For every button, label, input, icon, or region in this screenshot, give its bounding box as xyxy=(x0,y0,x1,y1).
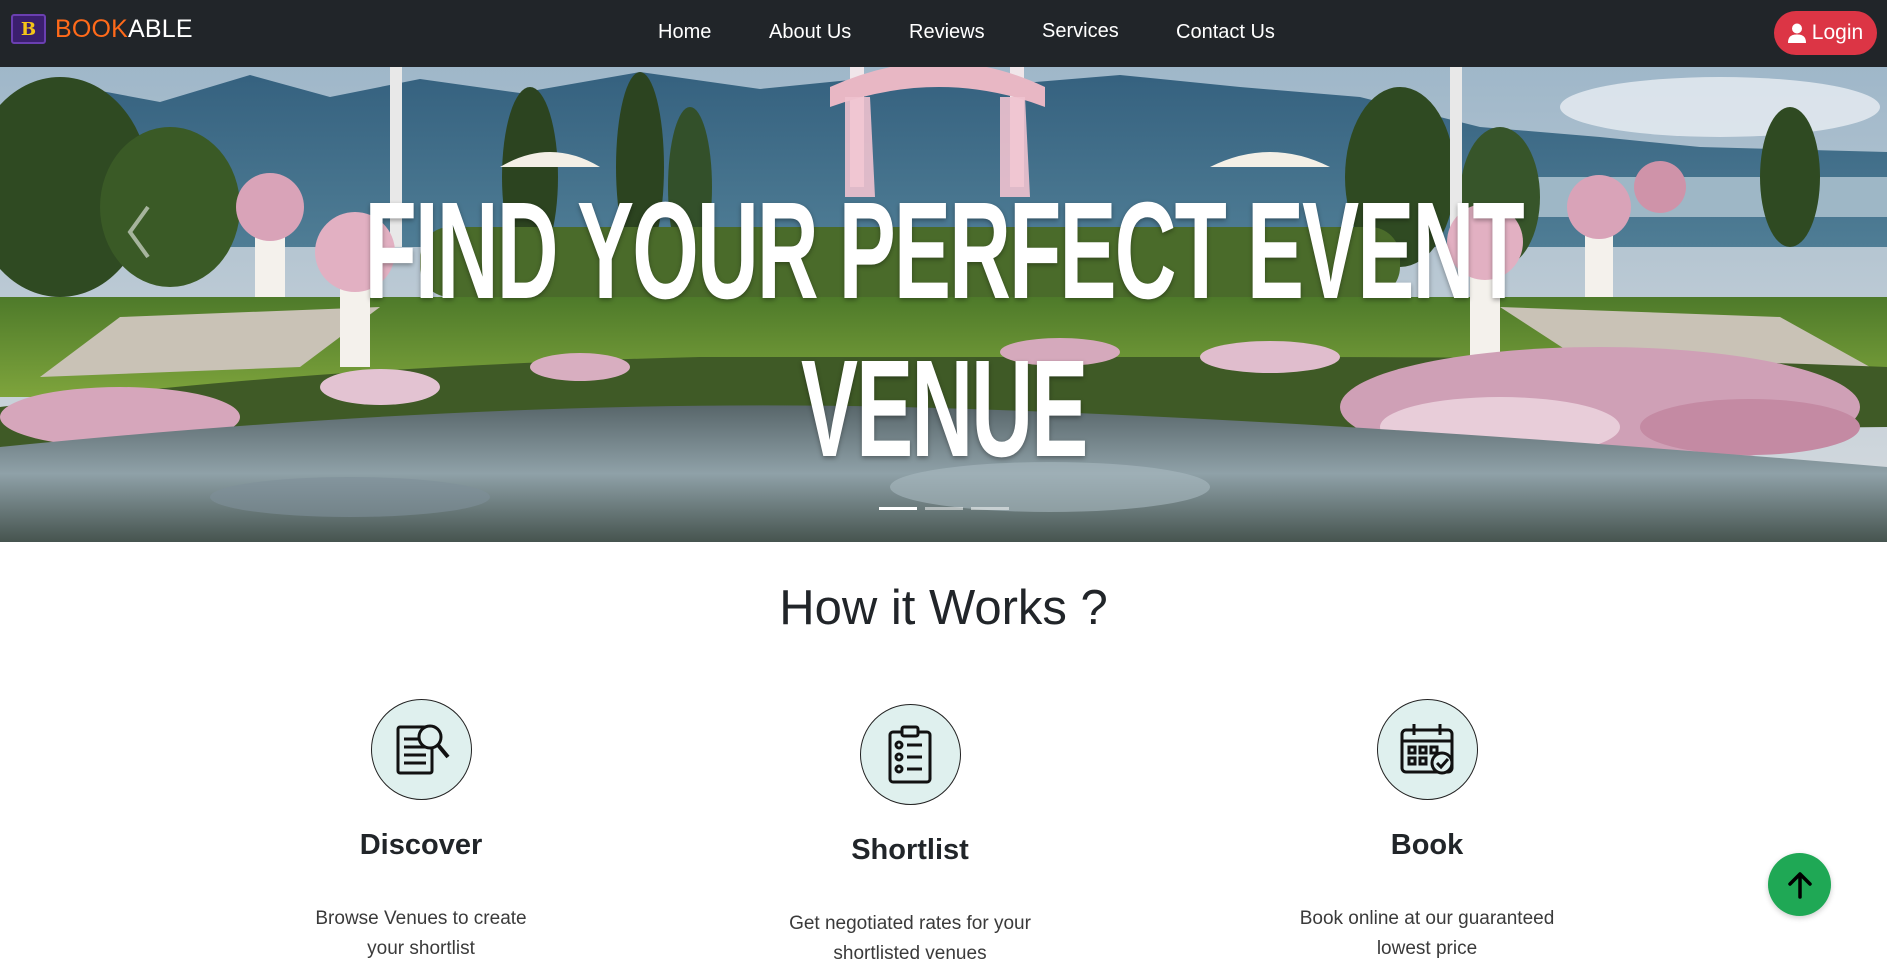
hero-title-line1: FIND YOUR PERFECT EVENT xyxy=(364,174,1525,328)
carousel-indicators xyxy=(0,507,1887,510)
step-book-desc-line1: Book online at our guaranteed xyxy=(1299,908,1555,929)
nav-contact-us[interactable]: Contact Us xyxy=(1176,21,1275,44)
arrow-up-icon xyxy=(1787,871,1812,899)
carousel-prev-icon[interactable] xyxy=(120,197,160,267)
step-discover: Discover Browse Venues to create your sh… xyxy=(241,699,601,963)
step-shortlist-description: Get negotiated rates for your shortliste… xyxy=(760,909,1060,963)
step-discover-desc-line2: your shortlist xyxy=(367,938,475,959)
step-book-title: Book xyxy=(1390,829,1464,861)
navbar: B BOOKABLE Home About Us Reviews Service… xyxy=(0,0,1887,67)
step-shortlist-title: Shortlist xyxy=(851,834,969,866)
nav-about-us[interactable]: About Us xyxy=(769,21,851,44)
login-label: Login xyxy=(1811,21,1864,44)
step-book-desc-line2: lowest price xyxy=(1376,938,1478,959)
nav-reviews[interactable]: Reviews xyxy=(909,21,985,44)
nav-menu: Home About Us Reviews Services Contact U… xyxy=(0,0,1887,67)
hero-carousel: FIND YOUR PERFECT EVENT VENUE xyxy=(0,67,1887,542)
hero-title-line2: VENUE xyxy=(800,332,1088,486)
carousel-indicator-2[interactable] xyxy=(924,507,963,510)
user-icon xyxy=(1787,23,1806,43)
document-search-icon xyxy=(370,699,472,800)
step-discover-description: Browse Venues to create your shortlist xyxy=(271,904,571,963)
how-it-works-title: How it Works ? xyxy=(779,581,1108,635)
scroll-to-top-button[interactable] xyxy=(1768,853,1831,916)
carousel-indicator-3[interactable] xyxy=(970,507,1009,510)
step-book: Book Book online at our guaranteed lowes… xyxy=(1247,699,1607,963)
step-shortlist-desc-line2: shortlisted venues xyxy=(833,943,987,963)
login-button[interactable]: Login xyxy=(1774,11,1877,55)
carousel-indicator-1[interactable] xyxy=(878,507,917,510)
step-discover-desc-line1: Browse Venues to create xyxy=(315,908,527,929)
step-book-description: Book online at our guaranteed lowest pri… xyxy=(1277,904,1577,963)
calendar-check-icon xyxy=(1376,699,1478,800)
step-discover-title: Discover xyxy=(359,829,483,861)
hero-title: FIND YOUR PERFECT EVENT VENUE xyxy=(359,172,1529,488)
nav-home[interactable]: Home xyxy=(658,21,711,44)
step-shortlist-desc-line1: Get negotiated rates for your xyxy=(789,913,1031,934)
clipboard-checklist-icon xyxy=(859,704,961,805)
step-shortlist: Shortlist Get negotiated rates for your … xyxy=(730,704,1090,963)
nav-services[interactable]: Services xyxy=(1042,20,1119,43)
